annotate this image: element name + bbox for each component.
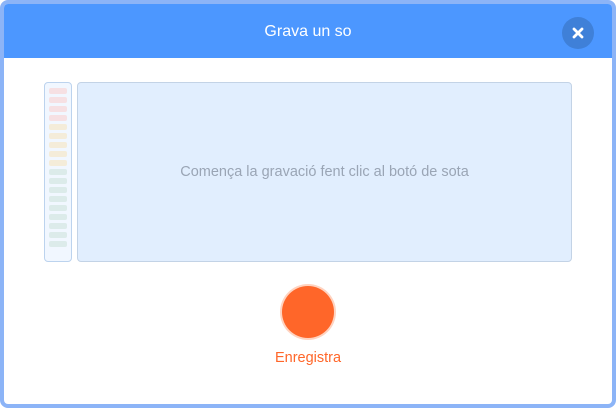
level-meter-segment — [49, 133, 67, 139]
dialog-header: Grava un so — [4, 4, 612, 58]
level-meter-segment — [49, 223, 67, 229]
level-meter-segment — [49, 124, 67, 130]
level-meter-segment — [49, 88, 67, 94]
level-meter-segment — [49, 160, 67, 166]
record-button[interactable] — [282, 286, 334, 338]
level-meter-segment — [49, 205, 67, 211]
level-meter-segment — [49, 178, 67, 184]
close-icon — [572, 27, 584, 39]
record-instructions: Comença la gravació fent clic al botó de… — [180, 164, 469, 180]
level-meter-segment — [49, 142, 67, 148]
level-meter-segment — [49, 115, 67, 121]
dialog-title: Grava un so — [264, 23, 352, 40]
close-button[interactable] — [562, 17, 594, 49]
level-meter-segment — [49, 196, 67, 202]
waveform-area: Comença la gravació fent clic al botó de… — [77, 82, 572, 262]
level-meter-segment — [49, 97, 67, 103]
level-meter-segment — [49, 106, 67, 112]
level-meter-segment — [49, 241, 67, 247]
level-meter-segment — [49, 151, 67, 157]
record-sound-dialog: Grava un so Comença la gravació fent cli… — [0, 0, 616, 408]
level-meter-segment — [49, 214, 67, 220]
input-level-meter — [44, 82, 72, 262]
level-meter-segment — [49, 187, 67, 193]
level-meter-segment — [49, 169, 67, 175]
record-label[interactable]: Enregistra — [208, 350, 408, 370]
level-meter-segment — [49, 232, 67, 238]
